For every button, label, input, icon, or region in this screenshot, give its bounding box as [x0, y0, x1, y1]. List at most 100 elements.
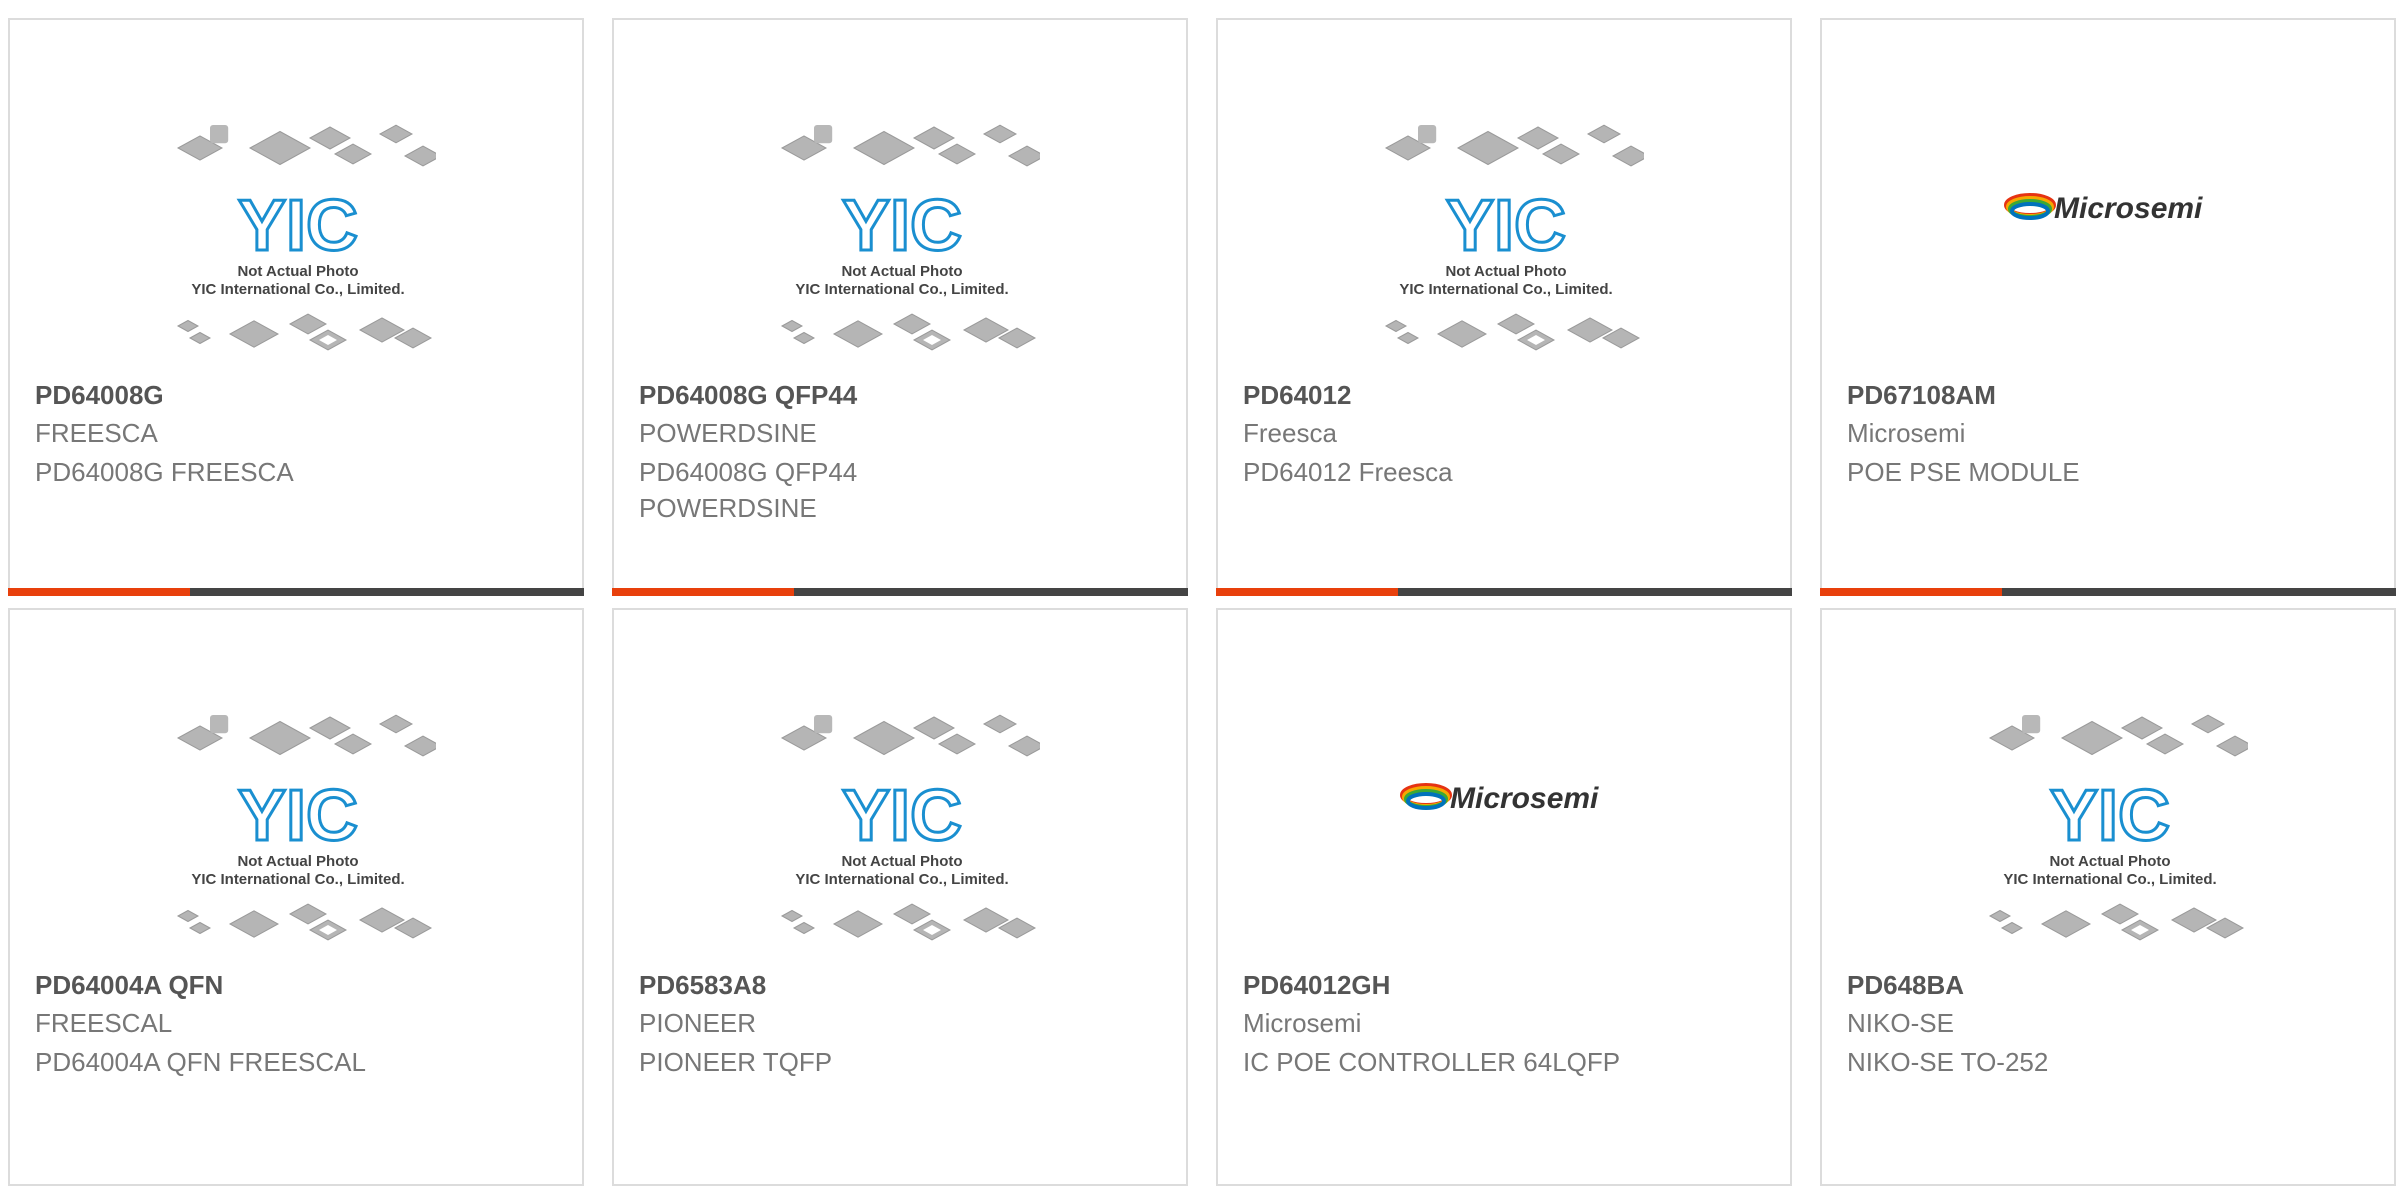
manufacturer: FREESCA [35, 418, 158, 448]
chip-shape [912, 716, 956, 740]
chip-shape [832, 910, 884, 938]
description: PD64008G QFP44 POWERDSINE [639, 457, 858, 523]
description: POE PSE MODULE [1847, 457, 2080, 487]
product-card[interactable]: Microsemi PD67108AM Microsemi POE PSE MODUL… [1820, 18, 2396, 596]
manufacturer: FREESCAL [35, 1008, 173, 1038]
description: NIKO-SE TO-252 [1847, 1047, 2049, 1077]
chip-shape [228, 910, 280, 938]
chip-shape [912, 126, 956, 150]
chip-shape [2022, 715, 2041, 734]
placeholder-image: YICNot Actual PhotoYIC International Co.… [176, 714, 443, 941]
part-number[interactable]: PD64012 [1243, 380, 1351, 411]
chip-shape [852, 720, 916, 756]
card-hover-bar [1216, 588, 1792, 596]
part-number[interactable]: PD64008G [35, 380, 164, 411]
placeholder-line1: Not Actual Photo [237, 263, 358, 280]
product-card[interactable]: YIC Not Actual Photo YIC International Co.… [1820, 608, 2396, 1186]
description: PD64012 Freesca [1243, 457, 1453, 487]
part-number[interactable]: PD64008G QFP44 [639, 380, 857, 411]
product-card[interactable]: YIC Not Actual Photo YIC International Co.… [8, 18, 584, 596]
chip-shape [1418, 125, 1437, 144]
description: PD64004A QFN FREESCAL [35, 1047, 366, 1077]
manufacturer: POWERDSINE [639, 418, 817, 448]
yic-logo: YIC [2050, 776, 2170, 856]
product-image[interactable]: YIC Not Actual Photo YIC International Co.… [1368, 110, 1651, 372]
chip-shape [288, 903, 328, 925]
chip-shape [378, 124, 414, 144]
chip-shape [2100, 903, 2140, 925]
chip-shape [1541, 143, 1581, 165]
part-number[interactable]: PD64004A QFN [35, 970, 223, 1001]
chip-shape [188, 331, 212, 345]
card-hover-bar [1820, 588, 2396, 596]
chip-shape [1611, 145, 1651, 167]
product-image[interactable]: YIC Not Actual Photo YIC International Co.… [1972, 700, 2255, 962]
chip-shape [378, 714, 414, 734]
microsemi-wordmark: Microsemi [2054, 192, 2203, 225]
chip-shape [2040, 910, 2092, 938]
description: PD64008G FREESCA [35, 457, 294, 487]
chip-shape [1988, 909, 2012, 923]
chip-shape [308, 126, 352, 150]
microsemi-logo: Microsemi [2004, 192, 2203, 225]
card-accent-bar [1820, 588, 2002, 596]
part-number[interactable]: PD6583A8 [639, 970, 766, 1001]
placeholder-line1: Not Actual Photo [841, 853, 962, 870]
card-hover-bar [612, 588, 1188, 596]
product-image[interactable]: Microsemi [1368, 700, 1644, 962]
placeholder-line1: Not Actual Photo [2049, 853, 2170, 870]
chip-shape [814, 125, 833, 144]
chip-shape [1436, 320, 1488, 348]
part-number[interactable]: PD64012GH [1243, 970, 1390, 1001]
product-card[interactable]: YIC Not Actual Photo YIC International Co.… [612, 18, 1188, 596]
card-accent-bar [8, 588, 190, 596]
chip-shape [228, 320, 280, 348]
product-card[interactable]: YIC Not Actual Photo YIC International Co.… [8, 608, 584, 1186]
card-accent-bar [1216, 588, 1398, 596]
product-card[interactable]: Microsemi PD64012GH Microsemi IC POE CONTRO… [1216, 608, 1792, 1186]
chip-shape [210, 125, 229, 144]
card-accent-bar [612, 588, 794, 596]
chip-shape [176, 319, 200, 333]
part-number[interactable]: PD648BA [1847, 970, 1964, 1001]
chip-shape [2000, 921, 2024, 935]
chip-shape [832, 320, 884, 348]
chip-shape [982, 714, 1018, 734]
chip-shape [1007, 145, 1047, 167]
chip-shape [333, 733, 373, 755]
chip-shape [1586, 124, 1622, 144]
chip-shape [1396, 331, 1420, 345]
product-grid: YIC Not Actual Photo YIC International Co.… [0, 0, 2400, 1186]
product-image[interactable]: YIC Not Actual Photo YIC International Co.… [764, 110, 1047, 372]
placeholder-line2: YIC International Co., Limited. [1399, 281, 1612, 298]
chip-shape [780, 909, 804, 923]
placeholder-line1: Not Actual Photo [237, 853, 358, 870]
chip-shape [852, 130, 916, 166]
chip-shape [937, 733, 977, 755]
chip-shape [2120, 716, 2164, 740]
microsemi-logo: Microsemi [1400, 782, 1599, 815]
chip-shape [780, 319, 804, 333]
product-card[interactable]: YIC Not Actual Photo YIC International Co.… [1216, 18, 1792, 596]
product-image[interactable]: Microsemi [1972, 110, 2248, 372]
product-image[interactable]: YIC Not Actual Photo YIC International Co.… [160, 110, 443, 372]
chip-shape [333, 143, 373, 165]
placeholder-line2: YIC International Co., Limited. [795, 281, 1008, 298]
yic-logo: YIC [238, 186, 358, 266]
chip-shape [2060, 720, 2124, 756]
chip-shape [210, 715, 229, 734]
part-number[interactable]: PD67108AM [1847, 380, 1996, 411]
placeholder-line1: Not Actual Photo [1445, 263, 1566, 280]
chip-shape [403, 735, 443, 757]
placeholder-line1: Not Actual Photo [841, 263, 962, 280]
chip-shape [2215, 735, 2255, 757]
product-card[interactable]: YIC Not Actual Photo YIC International Co.… [612, 608, 1188, 1186]
placeholder-image: YICNot Actual PhotoYIC International Co.… [176, 124, 443, 351]
placeholder-line2: YIC International Co., Limited. [191, 871, 404, 888]
chip-shape [792, 331, 816, 345]
yic-logo: YIC [1446, 186, 1566, 266]
product-image[interactable]: YIC Not Actual Photo YIC International Co.… [160, 700, 443, 962]
chip-shape [1384, 319, 1408, 333]
card-hover-bar [8, 588, 584, 596]
product-image[interactable]: YIC Not Actual Photo YIC International Co.… [764, 700, 1047, 962]
